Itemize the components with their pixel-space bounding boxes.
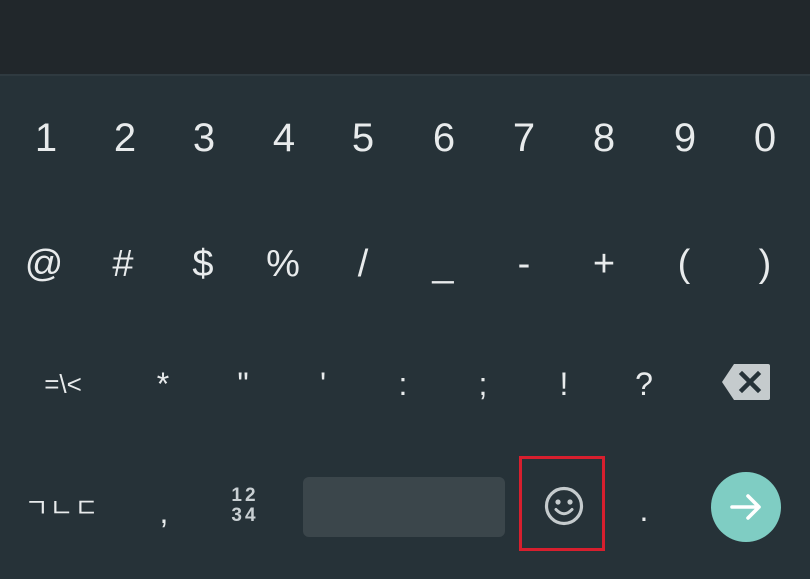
key-period[interactable]: . xyxy=(622,474,666,546)
backspace-key[interactable] xyxy=(720,362,772,402)
symbols-page-key[interactable]: 12 34 xyxy=(220,470,270,542)
keyboard-row-numbers: 1 2 3 4 5 6 7 8 9 0 xyxy=(0,76,810,196)
key-3[interactable]: 3 xyxy=(182,102,226,174)
key-9[interactable]: 9 xyxy=(663,102,707,174)
language-switch-key[interactable]: ㄱㄴㄷ xyxy=(14,470,110,542)
key-minus[interactable]: - xyxy=(502,228,546,300)
key-4[interactable]: 4 xyxy=(262,102,306,174)
key-question[interactable]: ? xyxy=(622,348,666,420)
key-2[interactable]: 2 xyxy=(103,102,147,174)
emoji-key-highlight xyxy=(519,456,605,551)
key-underscore[interactable]: _ xyxy=(421,228,465,300)
key-comma[interactable]: , xyxy=(142,476,186,548)
key-6[interactable]: 6 xyxy=(422,102,466,174)
key-asterisk[interactable]: * xyxy=(141,348,185,420)
keyboard-row-symbols-2: =\< * " ' : ; ! ? xyxy=(0,316,810,436)
key-more-symbols[interactable]: =\< xyxy=(22,348,104,420)
key-at[interactable]: @ xyxy=(20,228,68,300)
backspace-icon xyxy=(722,364,770,400)
key-open-paren[interactable]: ( xyxy=(662,228,706,300)
key-8[interactable]: 8 xyxy=(582,102,626,174)
key-colon[interactable]: : xyxy=(381,348,425,420)
keyboard-row-symbols-1: @ # $ % / _ - + ( ) xyxy=(0,196,810,316)
space-bar[interactable] xyxy=(303,477,505,537)
key-5[interactable]: 5 xyxy=(341,102,385,174)
key-exclamation[interactable]: ! xyxy=(542,348,586,420)
key-double-quote[interactable]: " xyxy=(221,348,265,420)
enter-key[interactable] xyxy=(711,472,781,542)
key-7[interactable]: 7 xyxy=(502,102,546,174)
key-plus[interactable]: + xyxy=(582,228,626,300)
key-single-quote[interactable]: ' xyxy=(301,348,345,420)
key-1[interactable]: 1 xyxy=(24,102,68,174)
key-percent[interactable]: % xyxy=(261,228,305,300)
app-top-bar xyxy=(0,0,810,74)
arrow-right-icon xyxy=(730,494,761,520)
key-semicolon[interactable]: ; xyxy=(461,348,505,420)
symbols-page-label-bottom: 34 xyxy=(231,505,259,526)
key-dollar[interactable]: $ xyxy=(181,228,225,300)
key-close-paren[interactable]: ) xyxy=(743,228,787,300)
key-hash[interactable]: # xyxy=(101,228,145,300)
symbols-page-label-top: 12 xyxy=(231,485,259,506)
key-0[interactable]: 0 xyxy=(743,102,787,174)
key-slash[interactable]: / xyxy=(341,228,385,300)
